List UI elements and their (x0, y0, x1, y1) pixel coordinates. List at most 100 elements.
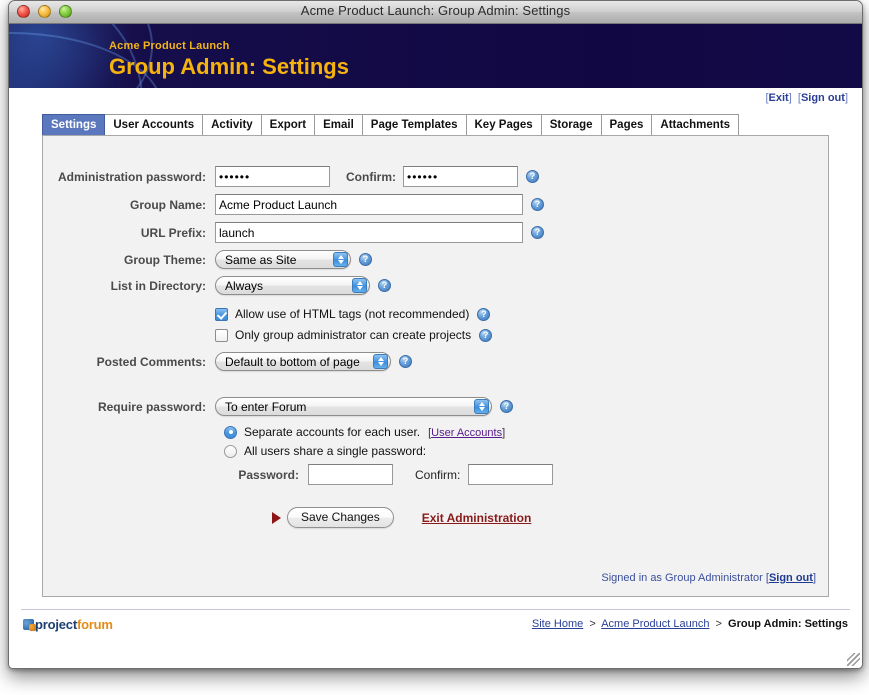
tab-activity[interactable]: Activity (203, 114, 262, 135)
row-list-in-directory: List in Directory: Always (43, 276, 828, 295)
row-admin-only-projects: Only group administrator can create proj… (43, 328, 828, 342)
row-allow-html: Allow use of HTML tags (not recommended) (43, 307, 828, 321)
row-url-prefix: URL Prefix: (43, 222, 828, 243)
banner-subtitle: Acme Product Launch (109, 40, 230, 52)
separate-accounts-radio[interactable] (224, 425, 237, 439)
status-signout-link[interactable]: Sign out (769, 572, 813, 584)
admin-password-confirm-label: Confirm: (346, 169, 396, 184)
admin-only-projects-checkbox[interactable] (215, 328, 228, 342)
shared-password-radio[interactable] (224, 444, 237, 458)
tab-settings[interactable]: Settings (42, 114, 106, 135)
help-icon-url-prefix[interactable] (531, 226, 544, 239)
tab-user-accounts[interactable]: User Accounts (105, 114, 204, 135)
tab-attachments[interactable]: Attachments (652, 114, 740, 135)
page-title: Group Admin: Settings (109, 54, 349, 79)
signout-link[interactable]: Sign out (801, 92, 845, 104)
logo-text-forum: forum (76, 617, 113, 632)
separate-accounts-label: Separate accounts for each user. (244, 425, 421, 439)
shared-password-input[interactable] (308, 464, 393, 485)
user-accounts-link[interactable]: User Accounts (431, 427, 502, 439)
group-theme-value: Same as Site (225, 253, 297, 267)
row-shared-password-fields: Password: Confirm: (43, 464, 828, 485)
chevron-updown-icon[interactable] (474, 399, 489, 414)
admin-password-label: Administration password: (57, 169, 206, 184)
shared-password-label: All users share a single password: (244, 444, 427, 458)
allow-html-checkbox[interactable] (215, 307, 228, 321)
status-bracket-close: ] (812, 572, 816, 584)
breadcrumb: Site Home > Acme Product Launch > Group … (532, 618, 848, 630)
window-resize-handle[interactable] (847, 653, 860, 666)
help-icon-group-name[interactable] (531, 198, 544, 211)
chevron-updown-icon[interactable] (352, 278, 367, 293)
row-posted-comments: Posted Comments: Default to bottom of pa… (43, 352, 828, 371)
group-theme-select[interactable]: Same as Site (215, 250, 351, 269)
tab-page-templates[interactable]: Page Templates (362, 114, 467, 135)
tab-pages[interactable]: Pages (601, 114, 653, 135)
help-icon-posted-comments[interactable] (399, 355, 412, 368)
signed-in-text: Signed in as Group Administrator (601, 572, 763, 584)
exit-administration-link[interactable]: Exit Administration (422, 511, 532, 525)
exit-bracket-close: ] (788, 92, 792, 104)
banner-text-block: Acme Product Launch Group Admin: Setting… (109, 40, 349, 80)
admin-only-projects-label: Only group administrator can create proj… (235, 328, 472, 342)
breadcrumb-separator-1: > (589, 618, 596, 630)
exit-link[interactable]: Exit (769, 92, 789, 104)
site-banner: Acme Product Launch Group Admin: Setting… (9, 24, 862, 88)
projectforum-mark-icon (23, 619, 36, 631)
url-prefix-input[interactable] (215, 222, 523, 243)
help-icon-admin-only-projects[interactable] (479, 328, 493, 342)
require-password-select[interactable]: To enter Forum (215, 397, 492, 416)
list-in-directory-value: Always (225, 279, 264, 293)
tab-email[interactable]: Email (315, 114, 363, 135)
breadcrumb-site-home[interactable]: Site Home (532, 618, 583, 630)
user-accounts-bracket-close: ] (502, 427, 506, 439)
row-group-theme: Group Theme: Same as Site (43, 250, 828, 269)
settings-panel: Administration password: Confirm: Group … (42, 135, 829, 597)
help-icon-group-theme[interactable] (359, 253, 372, 266)
help-icon-list-in-directory[interactable] (378, 279, 391, 292)
row-group-name: Group Name: (43, 194, 828, 215)
page-body: Acme Product Launch Group Admin: Setting… (9, 24, 862, 668)
chevron-updown-icon[interactable] (373, 354, 388, 369)
shared-confirm-input[interactable] (468, 464, 554, 485)
posted-comments-value: Default to bottom of page (225, 355, 360, 369)
posted-comments-select[interactable]: Default to bottom of page (215, 352, 391, 371)
shared-confirm-label: Confirm: (415, 467, 461, 482)
list-in-directory-select[interactable]: Always (215, 276, 370, 295)
row-require-password: Require password: To enter Forum (43, 397, 828, 416)
help-icon-allow-html[interactable] (477, 307, 491, 321)
breadcrumb-current: Group Admin: Settings (728, 618, 848, 630)
form-actions: Save Changes Exit Administration (43, 507, 828, 528)
breadcrumb-separator-2: > (715, 618, 722, 630)
signed-in-status: Signed in as Group Administrator [Sign o… (601, 572, 816, 584)
require-password-value: To enter Forum (225, 400, 307, 414)
tab-export[interactable]: Export (261, 114, 316, 135)
admin-password-input[interactable] (215, 166, 330, 187)
group-name-input[interactable] (215, 194, 523, 215)
help-icon-require-password[interactable] (500, 400, 513, 413)
posted-comments-label: Posted Comments: (96, 354, 206, 369)
row-admin-password: Administration password: Confirm: (43, 166, 828, 187)
window-title: Acme Product Launch: Group Admin: Settin… (300, 3, 571, 18)
admin-password-confirm-input[interactable] (403, 166, 518, 187)
tab-storage[interactable]: Storage (541, 114, 602, 135)
logo-text-project: project (35, 617, 77, 632)
row-separate-accounts: Separate accounts for each user. [User A… (43, 425, 828, 439)
group-theme-label: Group Theme: (123, 252, 206, 267)
breadcrumb-group[interactable]: Acme Product Launch (601, 618, 709, 630)
application-window: Acme Product Launch: Group Admin: Settin… (8, 0, 863, 669)
tab-key-pages[interactable]: Key Pages (466, 114, 542, 135)
page-footer: projectforum Site Home > Acme Product La… (9, 610, 862, 647)
group-name-label: Group Name: (129, 197, 206, 212)
list-in-directory-label: List in Directory: (110, 278, 206, 293)
help-icon-admin-password[interactable] (526, 170, 539, 183)
projectforum-logo: projectforum (23, 617, 113, 632)
allow-html-label: Allow use of HTML tags (not recommended) (235, 307, 470, 321)
window-titlebar[interactable]: Acme Product Launch: Group Admin: Settin… (9, 1, 862, 24)
pointer-triangle-icon (272, 511, 281, 524)
chevron-updown-icon[interactable] (333, 252, 348, 267)
shared-password-field-label: Password: (238, 467, 299, 482)
signout-bracket-close: ] (844, 92, 848, 104)
save-changes-button[interactable]: Save Changes (287, 507, 394, 528)
header-links: [Exit] [Sign out] (9, 88, 862, 114)
